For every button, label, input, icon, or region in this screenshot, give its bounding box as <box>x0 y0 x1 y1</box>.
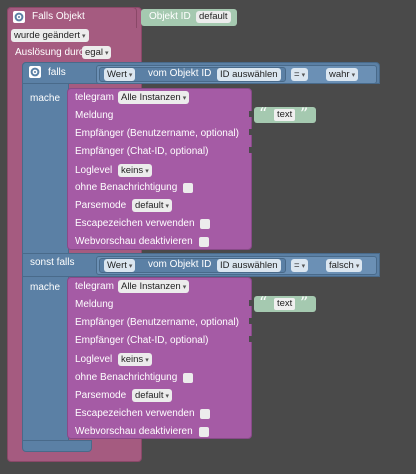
no-notification-checkbox[interactable] <box>183 373 193 383</box>
input-notch <box>249 129 253 135</box>
text-block[interactable]: “ text ” <box>254 293 316 312</box>
if-block-bottom <box>22 440 92 452</box>
quote-close-icon: ” <box>300 293 309 312</box>
input-notch <box>249 300 253 306</box>
web-preview-label: Webvorschau deaktivieren <box>75 236 193 247</box>
value-type-label: Wert <box>107 260 127 271</box>
input-notch <box>249 111 253 117</box>
value-dropdown[interactable]: wahr ▾ <box>326 68 359 81</box>
changed-dropdown-label: wurde geändert <box>14 30 81 41</box>
id-select-label: ID auswählen <box>220 69 278 80</box>
loglevel-dropdown[interactable]: keins ▾ <box>118 353 152 366</box>
operator-label: = <box>294 260 300 271</box>
trigger-dropdown[interactable]: egal ▾ <box>82 46 112 59</box>
escape-checkbox[interactable] <box>200 409 210 419</box>
chevron-down-icon: ▾ <box>182 95 187 102</box>
falls-label: falls <box>48 67 66 78</box>
chevron-down-icon: ▾ <box>128 263 133 270</box>
loglevel-label: Loglevel <box>75 354 113 365</box>
no-notification-label: ohne Benachrichtigung <box>75 182 178 193</box>
parsemode-label: Parsemode <box>75 390 127 401</box>
id-select-label: ID auswählen <box>220 260 278 271</box>
chevron-down-icon: ▾ <box>182 284 187 291</box>
value-label: wahr <box>329 69 350 80</box>
mache-label: mache <box>30 282 61 293</box>
trigger-label: Auslösung durch <box>15 47 90 58</box>
parsemode-value: default <box>135 200 164 211</box>
chevron-down-icon: ▾ <box>104 50 109 57</box>
chevron-down-icon: ▾ <box>82 33 86 40</box>
value-type-dropdown[interactable]: Wert ▾ <box>104 259 136 272</box>
value-type-label: Wert <box>107 69 127 80</box>
gear-icon[interactable] <box>29 66 41 78</box>
object-id-label: Objekt ID <box>149 11 191 22</box>
recipient-username-label: Empfänger (Benutzername, optional) <box>75 128 239 139</box>
parsemode-value: default <box>135 390 164 401</box>
escape-label: Escapezeichen verwenden <box>75 218 195 229</box>
sonst-falls-label: sonst falls <box>30 257 75 268</box>
instance-dropdown[interactable]: Alle Instanzen ▾ <box>118 280 190 293</box>
operator-dropdown[interactable]: = ▾ <box>291 259 309 272</box>
escape-label: Escapezeichen verwenden <box>75 408 195 419</box>
trigger-title: Falls Objekt <box>32 11 85 22</box>
loglevel-value: keins <box>121 354 144 365</box>
web-preview-checkbox[interactable] <box>199 427 209 437</box>
quote-close-icon: ” <box>300 104 309 123</box>
trigger-dropdown-label: egal <box>85 47 103 58</box>
chevron-down-icon: ▾ <box>145 168 149 175</box>
operator-dropdown[interactable]: = ▾ <box>291 68 309 81</box>
no-notification-label: ohne Benachrichtigung <box>75 372 178 383</box>
loglevel-value: keins <box>121 165 144 176</box>
telegram-title: telegram <box>75 281 114 292</box>
instance-label: Alle Instanzen <box>121 281 181 292</box>
mache-label: mache <box>30 93 61 104</box>
instance-label: Alle Instanzen <box>121 92 181 103</box>
web-preview-checkbox[interactable] <box>199 237 209 247</box>
recipient-chatid-label: Empfänger (Chat-ID, optional) <box>75 335 209 346</box>
value-label: falsch <box>329 260 354 271</box>
chevron-down-icon: ▾ <box>301 263 306 270</box>
id-select-dropdown[interactable]: ID auswählen <box>217 68 281 81</box>
chevron-down-icon: ▾ <box>128 72 133 79</box>
id-select-dropdown[interactable]: ID auswählen <box>217 259 281 272</box>
text-value[interactable]: text <box>274 298 296 310</box>
no-notification-checkbox[interactable] <box>183 183 193 193</box>
gear-icon[interactable] <box>13 11 25 23</box>
chevron-down-icon: ▾ <box>165 203 170 210</box>
object-id-label: vom Objekt ID <box>148 259 212 270</box>
input-notch <box>249 318 253 324</box>
value-dropdown[interactable]: falsch ▾ <box>326 259 363 272</box>
chevron-down-icon: ▾ <box>165 393 170 400</box>
parsemode-dropdown[interactable]: default ▾ <box>132 199 173 212</box>
text-value[interactable]: text <box>274 109 296 121</box>
value-type-dropdown[interactable]: Wert ▾ <box>104 68 136 81</box>
input-notch <box>249 336 253 342</box>
parsemode-dropdown[interactable]: default ▾ <box>132 389 173 402</box>
loglevel-dropdown[interactable]: keins ▾ <box>118 164 152 177</box>
parsemode-label: Parsemode <box>75 200 127 211</box>
instance-dropdown[interactable]: Alle Instanzen ▾ <box>118 91 190 104</box>
chevron-down-icon: ▾ <box>351 72 356 79</box>
loglevel-label: Loglevel <box>75 165 113 176</box>
quote-open-icon: “ <box>259 104 268 123</box>
chevron-down-icon: ▾ <box>301 72 306 79</box>
recipient-chatid-label: Empfänger (Chat-ID, optional) <box>75 146 209 157</box>
input-notch <box>249 147 253 153</box>
telegram-title: telegram <box>75 92 114 103</box>
text-block[interactable]: “ text ” <box>254 104 316 123</box>
quote-open-icon: “ <box>259 293 268 312</box>
changed-dropdown[interactable]: wurde geändert ▾ <box>11 29 89 42</box>
escape-checkbox[interactable] <box>200 219 210 229</box>
operator-label: = <box>294 69 300 80</box>
web-preview-label: Webvorschau deaktivieren <box>75 426 193 437</box>
message-label: Meldung <box>75 299 114 310</box>
object-id-value[interactable]: default <box>196 11 231 23</box>
recipient-username-label: Empfänger (Benutzername, optional) <box>75 317 239 328</box>
chevron-down-icon: ▾ <box>355 263 360 270</box>
object-id-label: vom Objekt ID <box>148 68 212 79</box>
chevron-down-icon: ▾ <box>145 357 149 364</box>
message-label: Meldung <box>75 110 114 121</box>
